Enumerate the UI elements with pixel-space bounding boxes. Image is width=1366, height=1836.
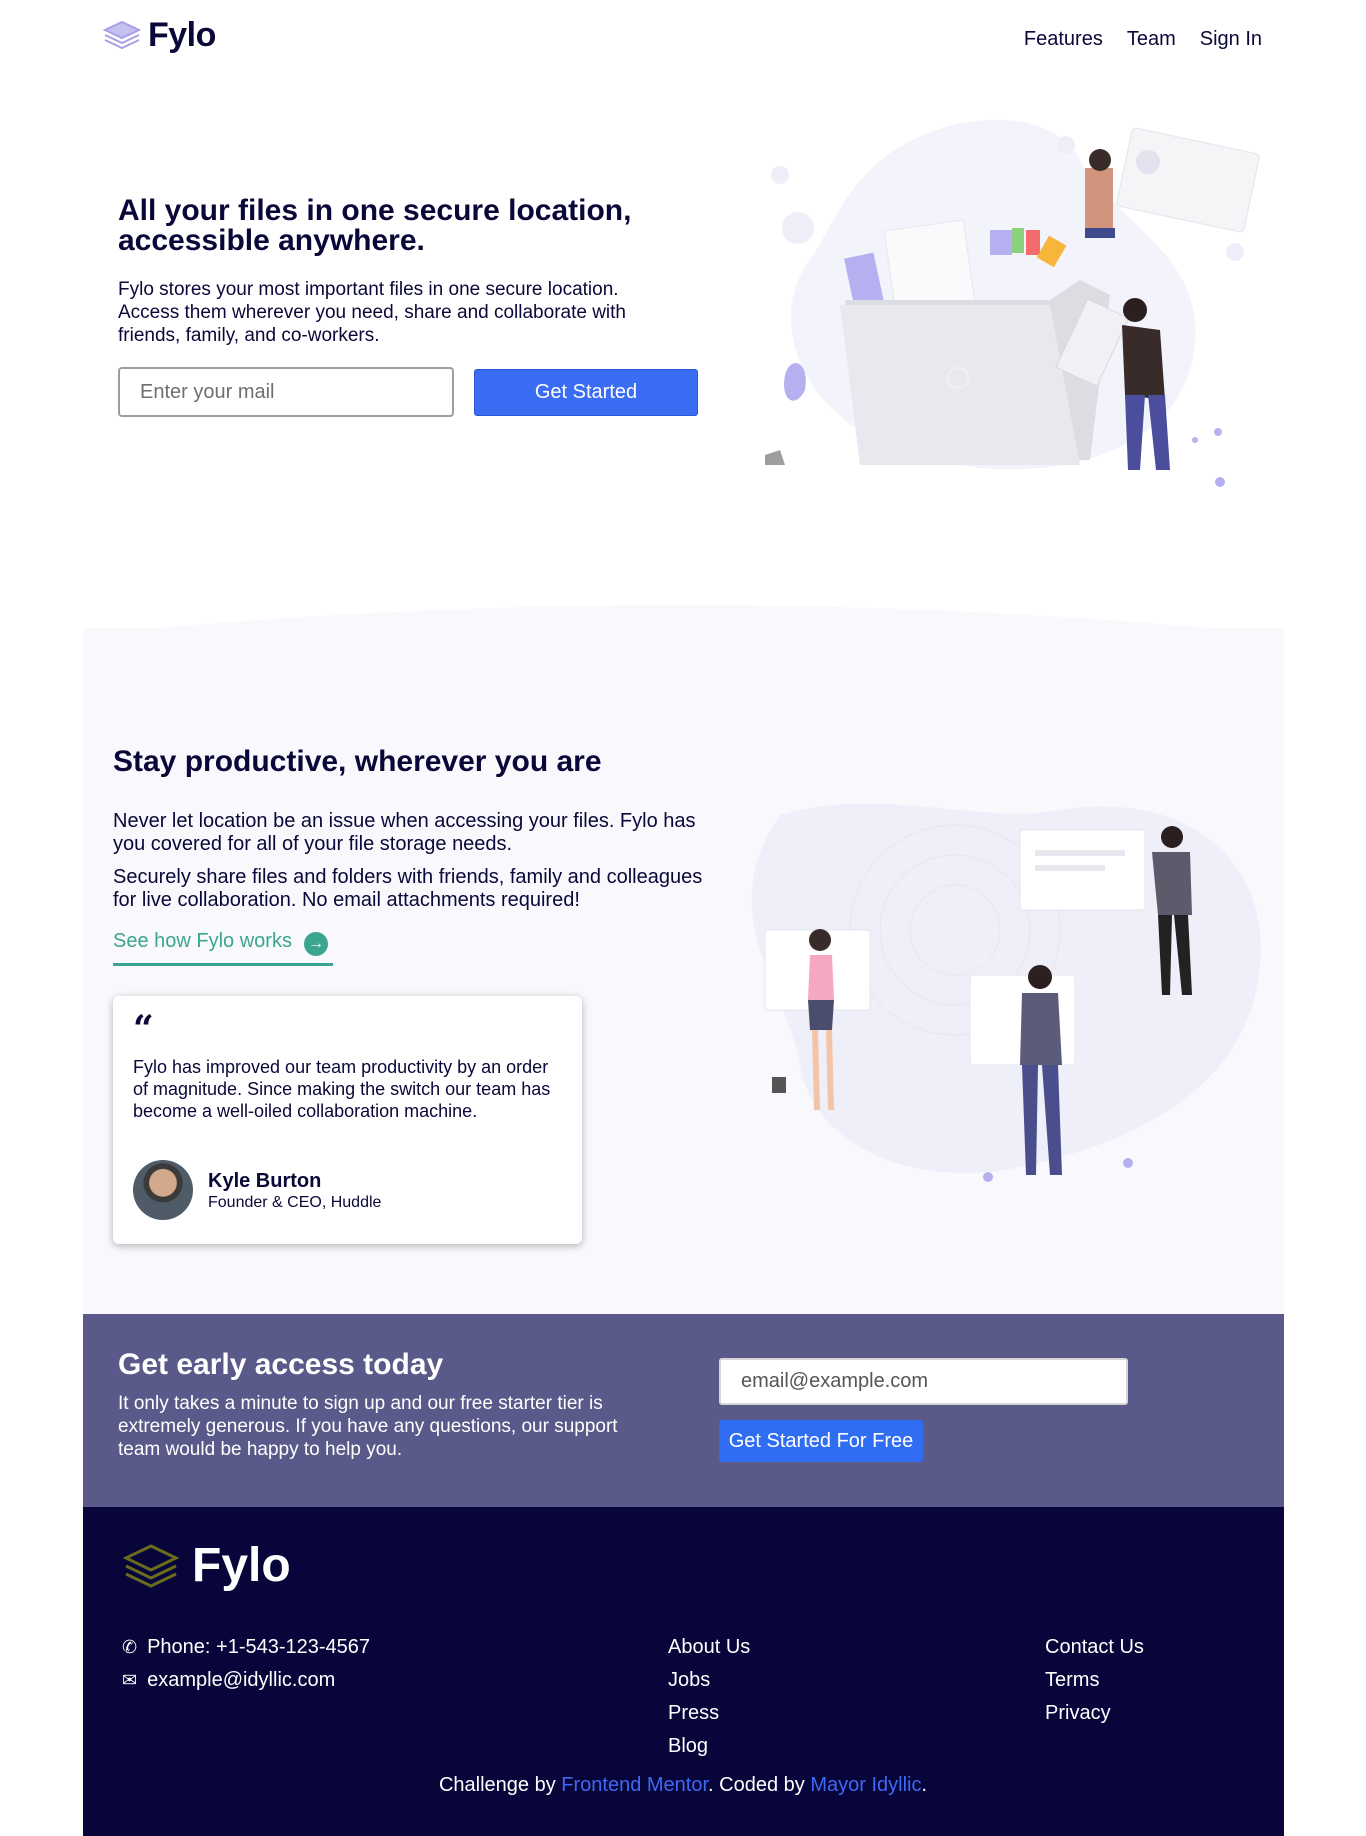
hero-email-input[interactable] [118,367,454,417]
early-access-description: It only takes a minute to sign up and ou… [118,1393,618,1460]
see-how-fylo-works-link[interactable]: See how Fylo works → [113,930,333,966]
hero-title: All your files in one secure location, a… [118,194,632,257]
arrow-right-icon: → [303,932,328,956]
email-icon: ✉ [122,1670,138,1690]
nav-team[interactable]: Team [1127,28,1176,51]
testimonial-author-role: Founder & CEO, Huddle [208,1194,382,1211]
get-started-button[interactable]: Get Started [474,369,698,416]
productive-paragraph-2: Securely share files and folders with fr… [113,866,703,911]
credit-suffix: . [921,1774,928,1796]
get-started-for-free-button[interactable]: Get Started For Free [719,1420,923,1462]
footer-logo[interactable]: Fylo [122,1538,291,1593]
section-curve [83,605,1284,635]
author-link[interactable]: Mayor Idyllic [810,1774,921,1796]
footer-email: ✉ example@idyllic.com [122,1669,335,1692]
logo-layers-icon [122,1543,180,1588]
footer-logo-text: Fylo [192,1539,291,1592]
top-nav: Features Team Sign In [1024,28,1262,51]
footer-link-terms[interactable]: Terms [1045,1669,1099,1692]
see-link-label: See how Fylo works [113,930,292,952]
quote-icon: “ [133,1008,154,1050]
footer-link-jobs[interactable]: Jobs [668,1669,710,1692]
footer-link-press[interactable]: Press [668,1702,719,1725]
footer-email-text: example@idyllic.com [147,1669,336,1691]
early-access-title: Get early access today [118,1348,444,1381]
hero-description: Fylo stores your most important files in… [118,279,626,346]
credit-prefix: Challenge by [438,1774,562,1796]
header-logo[interactable]: Fylo [102,16,216,55]
footer-phone: ✆ Phone: +1-543-123-4567 [122,1636,370,1659]
logo-text: Fylo [148,16,216,54]
early-email-input[interactable] [719,1358,1128,1405]
phone-icon: ✆ [122,1637,138,1657]
footer-link-privacy[interactable]: Privacy [1045,1702,1111,1725]
credit-mid: . Coded by [708,1774,811,1796]
nav-sign-in[interactable]: Sign In [1200,28,1262,51]
productive-illustration [751,803,1261,1182]
productive-title: Stay productive, wherever you are [113,745,602,778]
footer-link-blog[interactable]: Blog [668,1735,708,1758]
frontend-mentor-link[interactable]: Frontend Mentor [561,1774,708,1796]
testimonial-card: “ Fylo has improved our team productivit… [113,996,582,1244]
productive-paragraph-1: Never let location be an issue when acce… [113,810,696,855]
logo-layers-icon [102,20,142,49]
hero-illustration [765,119,1260,487]
footer-link-contact-us[interactable]: Contact Us [1045,1636,1144,1659]
testimonial-quote: Fylo has improved our team productivity … [133,1057,551,1121]
nav-features[interactable]: Features [1024,28,1103,51]
footer-link-about-us[interactable]: About Us [668,1636,750,1659]
avatar [133,1160,193,1220]
testimonial-author-name: Kyle Burton [208,1170,322,1192]
attribution: Challenge by Frontend Mentor. Coded by M… [0,1774,1366,1797]
footer-phone-text: Phone: +1-543-123-4567 [147,1636,371,1658]
